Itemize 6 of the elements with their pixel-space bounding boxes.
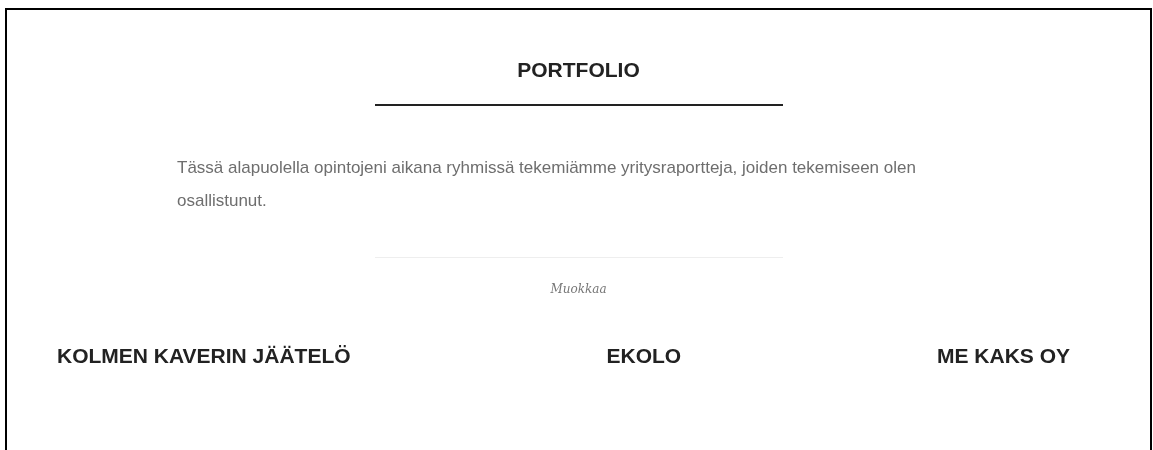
intro-paragraph: Tässä alapuolella opintojeni aikana ryhmissä tekemiämme yritysraportteja, joiden tekemiseen olen osallistunut.: [177, 157, 917, 212]
project-title: KOLMEN KAVERIN JÄÄTELÖ: [57, 343, 351, 369]
project-title: EKOLO: [606, 343, 682, 369]
project-title: ME KAKS OY: [937, 343, 1070, 369]
section-title: PORTFOLIO: [517, 57, 640, 83]
edit-link[interactable]: Muokkaa: [550, 280, 607, 298]
